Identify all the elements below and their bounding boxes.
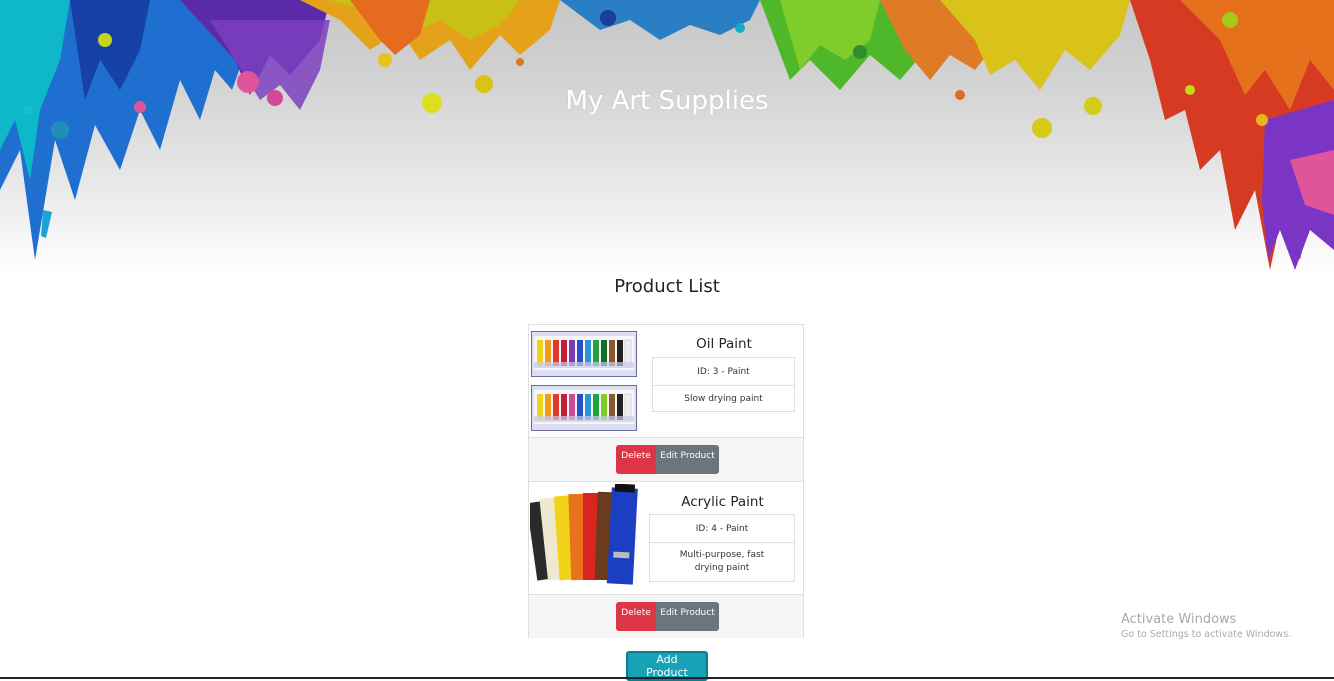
product-image[interactable] [530,484,638,592]
product-card-body: Oil Paint ID: 3 - Paint Slow drying pain… [529,325,803,437]
product-description: Slow drying paint [653,385,794,411]
product-list-title: Product List [614,276,720,297]
watermark-title: Activate Windows [1121,612,1237,627]
product-card: Oil Paint ID: 3 - Paint Slow drying pain… [528,324,804,481]
product-name: Oil Paint [696,336,752,352]
edit-product-button[interactable]: Edit Product [656,602,719,631]
oil-paint-tubes-image [532,386,636,430]
delete-button[interactable]: Delete [616,602,656,631]
delete-button[interactable]: Delete [616,445,656,474]
product-card-footer: Delete Edit Product [529,594,803,638]
product-card: Acrylic Paint ID: 4 - Paint Multi-purpos… [528,481,804,638]
product-image[interactable] [531,331,637,377]
product-details-list: ID: 3 - Paint Slow drying paint [652,357,795,412]
acrylic-paint-tubes-image [530,484,638,592]
product-image[interactable] [531,385,637,431]
product-id-category: ID: 4 - Paint [695,523,749,534]
product-details-list: ID: 4 - Paint Multi-purpose, fast drying… [649,514,795,582]
site-title: My Art Supplies [565,86,769,116]
product-card-footer: Delete Edit Product [529,437,803,481]
header-banner: My Art Supplies [0,0,1334,280]
product-name: Acrylic Paint [681,494,764,510]
paint-splatter-background [0,0,1334,270]
oil-paint-tubes-image [532,332,636,376]
watermark-subtitle: Go to Settings to activate Windows. [1121,629,1292,640]
product-id-category: ID: 3 - Paint [697,366,750,377]
edit-product-button[interactable]: Edit Product [656,445,719,474]
product-description: Multi-purpose, fast drying paint [650,542,794,581]
activate-windows-watermark: Activate Windows Go to Settings to activ… [1121,612,1291,640]
product-card-body: Acrylic Paint ID: 4 - Paint Multi-purpos… [529,482,803,594]
